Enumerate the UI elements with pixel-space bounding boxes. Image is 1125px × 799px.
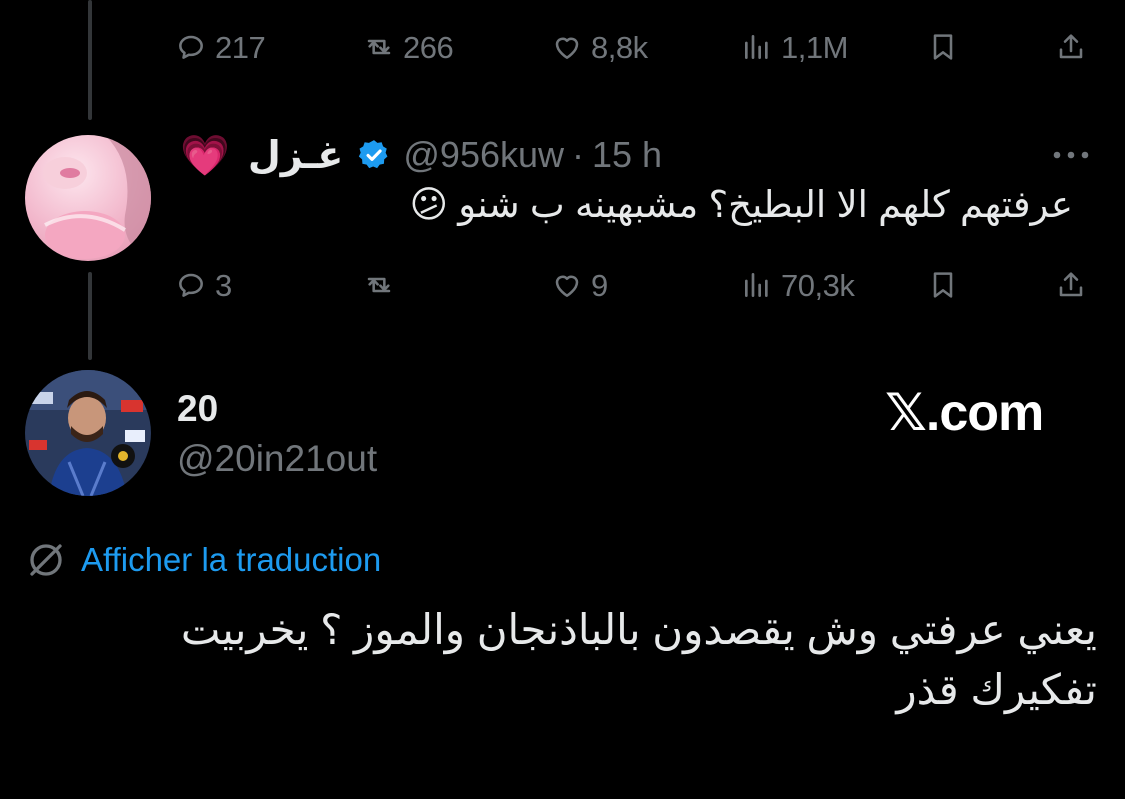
tweet-display-name[interactable]: 20 bbox=[177, 388, 218, 430]
bookmark-icon bbox=[933, 272, 953, 298]
separator-dot: · bbox=[572, 134, 585, 175]
parent-tweet-actions: 217 266 8,8k 1,1M bbox=[175, 22, 1095, 72]
reply-display-name[interactable]: غـزل bbox=[248, 133, 344, 178]
reply-handle[interactable]: @956kuw bbox=[403, 134, 564, 176]
views-count: 1,1M bbox=[781, 29, 848, 65]
thread-line-middle bbox=[88, 272, 92, 360]
show-translation-link[interactable]: Afficher la traduction bbox=[81, 541, 381, 579]
reply-views-button[interactable]: 70,3k bbox=[741, 260, 855, 310]
like-count: 8,8k bbox=[591, 29, 648, 65]
tweet-handle[interactable]: @20in21out bbox=[177, 438, 377, 480]
reply-actions: 3 9 70,3k bbox=[175, 260, 1095, 310]
reply-count: 217 bbox=[215, 29, 266, 65]
share-icon bbox=[1059, 272, 1083, 297]
reply-bookmark-button[interactable] bbox=[927, 260, 959, 310]
like-button[interactable]: 8,8k bbox=[551, 22, 648, 72]
reply-timestamp[interactable]: 15 h bbox=[592, 134, 662, 176]
reply-button[interactable]: 217 bbox=[175, 22, 266, 72]
share-icon bbox=[1059, 34, 1083, 59]
reply-author-avatar[interactable] bbox=[25, 135, 151, 261]
heart-icon bbox=[555, 275, 579, 297]
tweet-body-line-1: يعني عرفتي وش يقصدون بالباذنجان والموز ؟… bbox=[180, 606, 1097, 653]
heart-icon bbox=[555, 37, 579, 59]
translate-row[interactable]: Afficher la traduction bbox=[25, 537, 381, 583]
tweet-body-text: يعني عرفتي وش يقصدون بالباذنجان والموز ؟… bbox=[37, 600, 1097, 720]
more-options-button[interactable] bbox=[1049, 138, 1093, 177]
repost-button[interactable]: 266 bbox=[363, 22, 454, 72]
share-button[interactable] bbox=[1055, 22, 1087, 72]
x-com-watermark: 𝕏.com bbox=[885, 384, 1044, 442]
repost-icon bbox=[367, 39, 391, 55]
reply-icon bbox=[179, 273, 203, 297]
repost-count: 266 bbox=[403, 29, 454, 65]
tweet-author-avatar[interactable] bbox=[25, 370, 151, 496]
verified-badge-icon bbox=[359, 140, 388, 169]
bookmark-icon bbox=[933, 34, 953, 60]
tweet-thread-screen: 217 266 8,8k 1,1M 💗 غـزل @956kuw · 15 h … bbox=[0, 0, 1125, 799]
translate-globe-slash-icon bbox=[30, 544, 62, 576]
reply-like-count: 9 bbox=[591, 267, 608, 303]
tweet-body-line-2: تفكيرك قذر bbox=[896, 666, 1097, 713]
thread-line-top bbox=[88, 0, 92, 120]
views-button[interactable]: 1,1M bbox=[741, 22, 848, 72]
reply-reply-button[interactable]: 3 bbox=[175, 260, 232, 310]
repost-icon bbox=[367, 277, 391, 293]
bookmark-button[interactable] bbox=[927, 22, 959, 72]
reply-views-count: 70,3k bbox=[781, 267, 855, 303]
reply-reply-count: 3 bbox=[215, 267, 232, 303]
reply-repost-button[interactable] bbox=[363, 260, 403, 310]
reply-header: 💗 غـزل @956kuw · 15 h bbox=[180, 128, 1095, 182]
views-bar-chart-icon bbox=[745, 35, 768, 59]
heart-emoji: 💗 bbox=[180, 133, 230, 178]
reply-share-button[interactable] bbox=[1055, 260, 1087, 310]
views-bar-chart-icon bbox=[745, 273, 768, 297]
reply-body-text: عرفتهم كلهم الا البطيخ؟ مشبهينه ب شنو 😕 bbox=[409, 184, 1073, 225]
more-dots-icon bbox=[1053, 151, 1089, 159]
reply-icon bbox=[179, 35, 203, 59]
reply-like-button[interactable]: 9 bbox=[551, 260, 608, 310]
